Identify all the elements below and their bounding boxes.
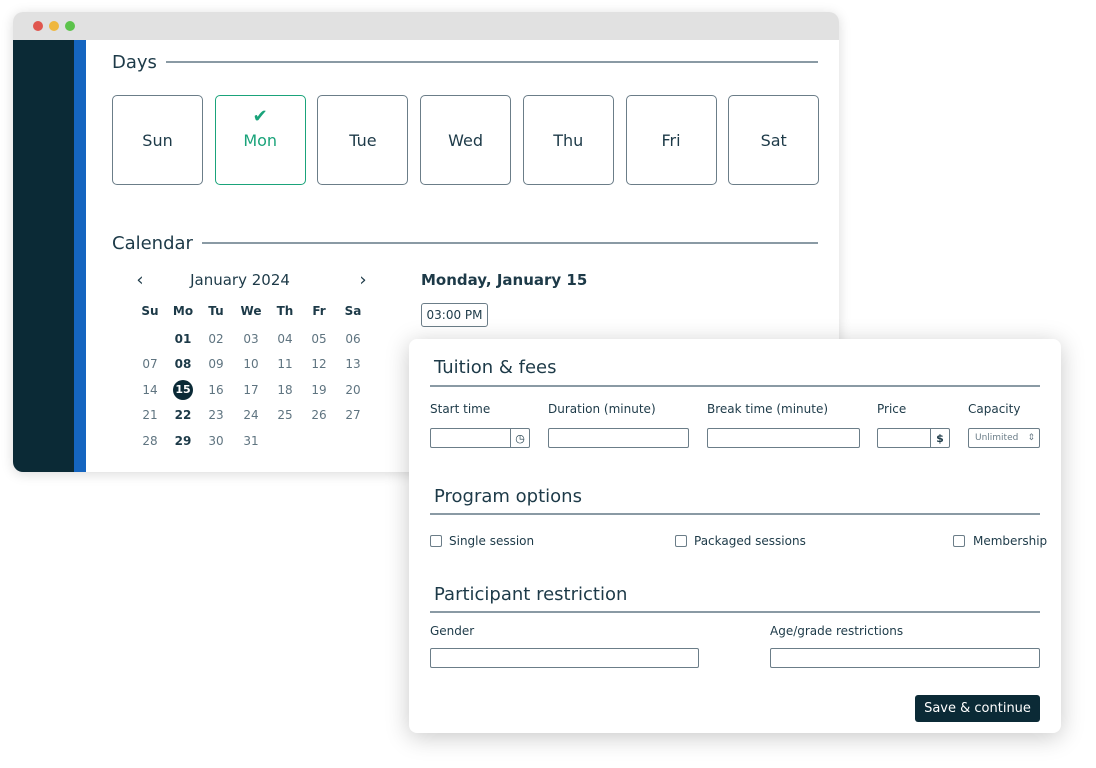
packaged-sessions-checkbox[interactable] — [675, 535, 687, 547]
calendar-day[interactable]: 01 — [168, 332, 198, 346]
calendar-day[interactable]: 05 — [304, 332, 334, 346]
start-time-input[interactable]: ◷ — [430, 428, 530, 448]
calendar-day[interactable]: 06 — [338, 332, 368, 346]
day-sat-toggle[interactable]: Sat — [728, 95, 820, 185]
title-bar — [13, 12, 839, 40]
gender-label: Gender — [430, 624, 475, 638]
calendar-day[interactable]: 19 — [304, 383, 334, 397]
age-grade-input[interactable] — [770, 648, 1040, 668]
day-label: Sun — [142, 130, 173, 150]
weekday-header: Fr — [312, 304, 326, 318]
participant-restriction-heading: Participant restriction — [434, 584, 628, 605]
break-time-input[interactable] — [707, 428, 860, 448]
calendar-day[interactable]: 18 — [270, 383, 300, 397]
save-continue-button[interactable]: Save & continue — [915, 695, 1040, 722]
divider — [166, 61, 818, 63]
day-fri-toggle[interactable]: Fri — [625, 95, 717, 185]
calendar-day[interactable]: 29 — [168, 434, 198, 448]
calendar-day[interactable]: 12 — [304, 357, 334, 371]
membership-checkbox[interactable] — [953, 535, 965, 547]
age-grade-label: Age/grade restrictions — [770, 624, 904, 638]
day-label: Fri — [661, 130, 681, 150]
calendar-day[interactable]: 08 — [168, 357, 198, 371]
next-month-icon[interactable]: › — [359, 270, 366, 291]
day-label: Wed — [448, 130, 484, 150]
day-sun-toggle[interactable]: Sun — [112, 95, 203, 185]
calendar-day[interactable]: 13 — [338, 357, 368, 371]
day-mon-toggle[interactable]: ✔ Mon — [214, 95, 306, 185]
calendar-day[interactable]: 31 — [236, 434, 266, 448]
calendar-day-selected[interactable]: 15 — [173, 380, 193, 400]
single-session-checkbox[interactable] — [430, 535, 442, 547]
clock-icon[interactable]: ◷ — [510, 429, 529, 447]
day-thu-toggle[interactable]: Thu — [522, 95, 614, 185]
calendar-day[interactable]: 16 — [201, 383, 231, 397]
calendar-day[interactable]: 28 — [135, 434, 165, 448]
membership-label: Membership — [973, 534, 1048, 548]
duration-label: Duration (minute) — [548, 402, 656, 416]
calendar-day[interactable]: 23 — [201, 408, 231, 422]
calendar-day[interactable]: 17 — [236, 383, 266, 397]
calendar-day[interactable]: 04 — [270, 332, 300, 346]
day-wed-toggle[interactable]: Wed — [420, 95, 512, 185]
prev-month-icon[interactable]: ‹ — [136, 270, 143, 291]
calendar-day[interactable]: 22 — [168, 408, 198, 422]
selected-date-label: Monday, January 15 — [421, 271, 588, 289]
days-heading: Days — [112, 52, 157, 73]
calendar-day[interactable]: 11 — [270, 357, 300, 371]
duration-input[interactable] — [548, 428, 689, 448]
divider — [202, 242, 818, 244]
time-slot-button[interactable]: 03:00 PM — [421, 303, 488, 327]
price-input[interactable]: $ — [877, 428, 950, 448]
program-options-heading: Program options — [434, 486, 582, 507]
day-tue-toggle[interactable]: Tue — [317, 95, 409, 185]
calendar-day[interactable]: 03 — [236, 332, 266, 346]
capacity-select[interactable]: Unlimited ⇕ — [968, 428, 1040, 448]
calendar-day[interactable]: 25 — [270, 408, 300, 422]
price-label: Price — [877, 402, 907, 416]
break-time-label: Break time (minute) — [707, 402, 829, 416]
divider — [430, 385, 1040, 387]
capacity-label: Capacity — [968, 402, 1021, 416]
weekday-header: Mo — [172, 304, 194, 318]
single-session-label: Single session — [449, 534, 535, 548]
weekday-header: Su — [141, 304, 159, 318]
calendar-day[interactable]: 26 — [304, 408, 334, 422]
calendar-day[interactable]: 20 — [338, 383, 368, 397]
dollar-icon: $ — [930, 429, 949, 447]
calendar-day[interactable]: 10 — [236, 357, 266, 371]
day-label: Thu — [553, 130, 584, 150]
minimize-window-button[interactable] — [49, 21, 59, 31]
maximize-window-button[interactable] — [65, 21, 75, 31]
divider — [430, 513, 1040, 515]
sidebar-accent — [74, 40, 86, 472]
day-label: Sat — [760, 130, 787, 150]
day-label: Tue — [349, 130, 377, 150]
sidebar — [13, 40, 74, 472]
weekday-header: Sa — [344, 304, 362, 318]
calendar-day[interactable]: 14 — [135, 383, 165, 397]
calendar-day[interactable]: 21 — [135, 408, 165, 422]
checkmark-icon: ✔ — [252, 106, 268, 127]
calendar-day[interactable]: 24 — [236, 408, 266, 422]
calendar-heading: Calendar — [112, 233, 193, 254]
tuition-heading: Tuition & fees — [434, 357, 557, 378]
gender-input[interactable] — [430, 648, 699, 668]
weekday-header: Th — [276, 304, 294, 318]
divider — [430, 611, 1040, 613]
calendar-day[interactable]: 27 — [338, 408, 368, 422]
calendar-day[interactable]: 09 — [201, 357, 231, 371]
start-time-label: Start time — [430, 402, 491, 416]
close-window-button[interactable] — [33, 21, 43, 31]
weekday-header: Tu — [208, 304, 224, 318]
day-label: Mon — [243, 130, 278, 150]
calendar-day[interactable]: 30 — [201, 434, 231, 448]
up-down-chevron-icon: ⇕ — [1027, 433, 1035, 443]
calendar-day[interactable]: 07 — [135, 357, 165, 371]
month-title: January 2024 — [190, 271, 290, 289]
calendar-day[interactable]: 02 — [201, 332, 231, 346]
capacity-value: Unlimited — [975, 433, 1019, 443]
weekday-header: We — [240, 304, 262, 318]
packaged-sessions-label: Packaged sessions — [694, 534, 806, 548]
